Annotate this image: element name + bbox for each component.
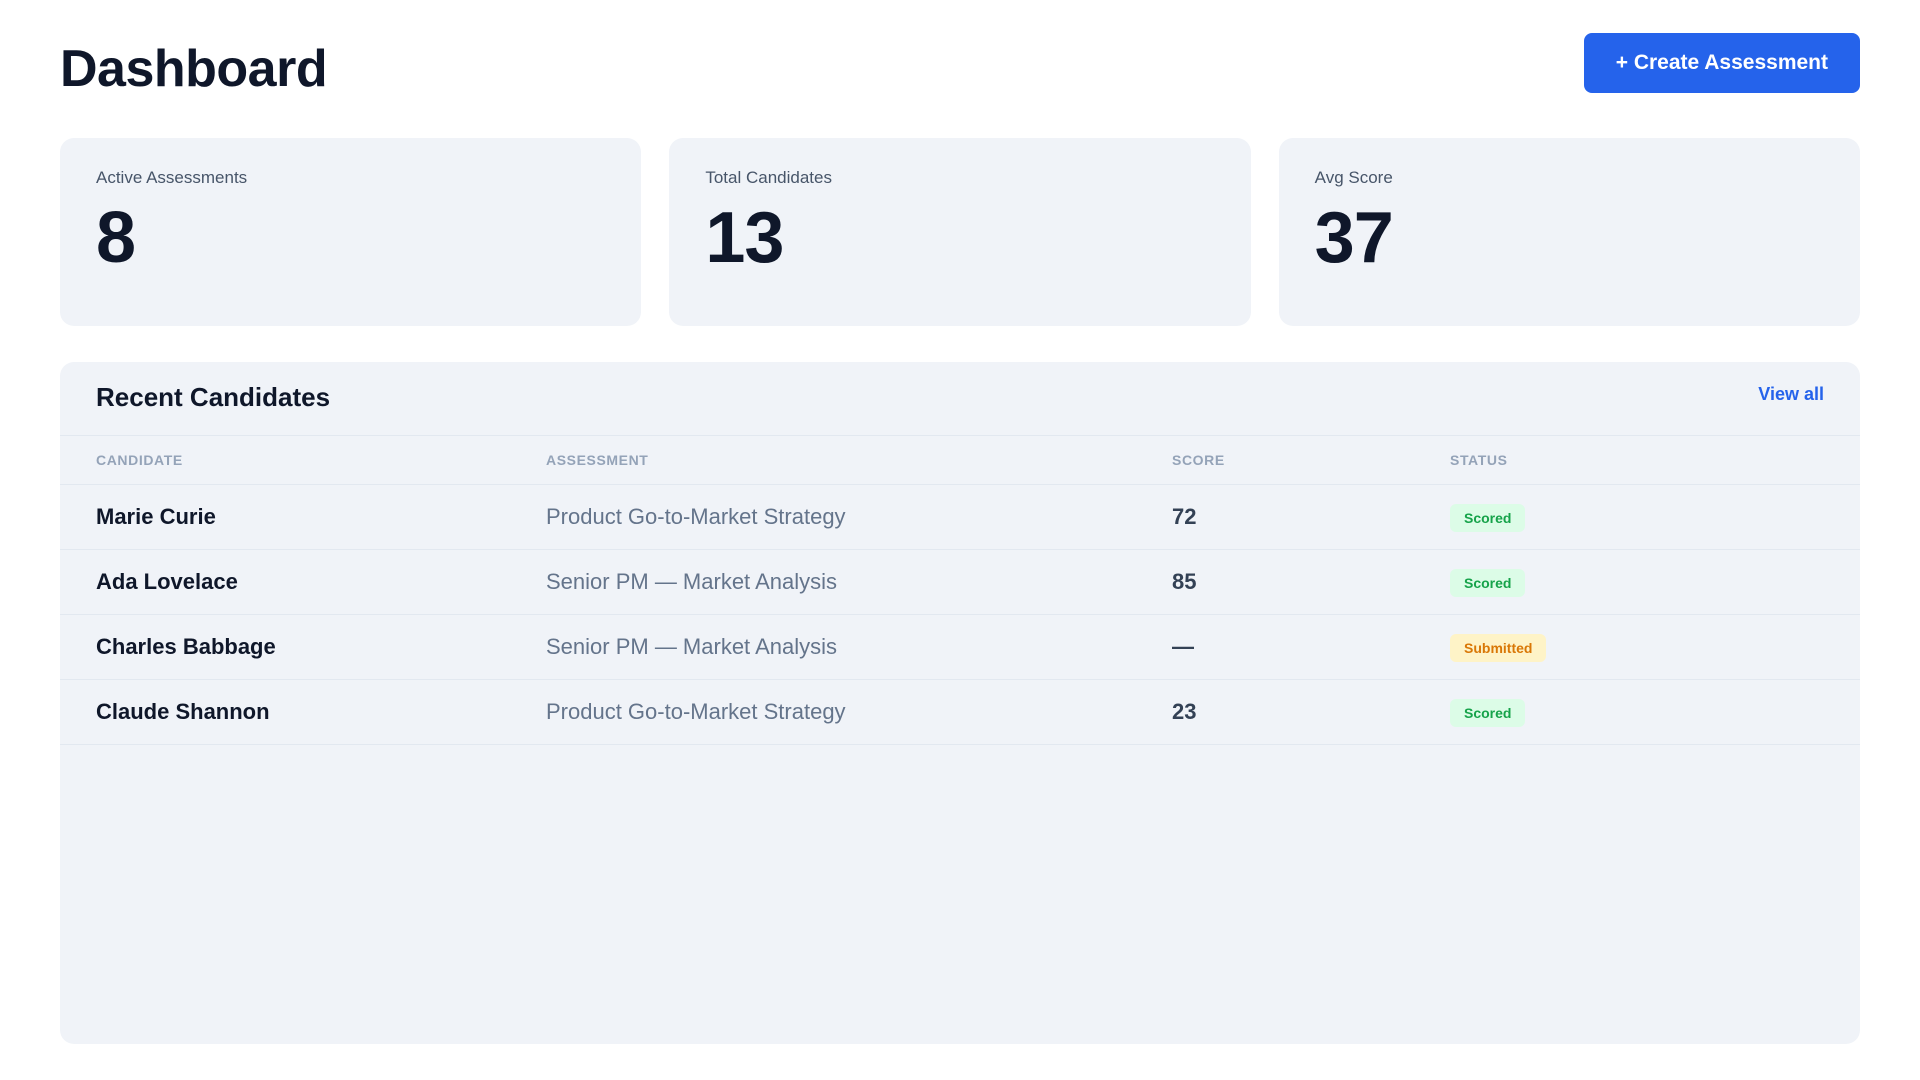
status-cell: Scored	[1450, 679, 1860, 745]
status-badge: Scored	[1450, 698, 1526, 727]
dashboard-page: Dashboard + Create Assessment Active Ass…	[0, 0, 1920, 1080]
status-badge: Scored	[1450, 568, 1526, 597]
stat-value: 8	[96, 198, 136, 278]
table-header-row: CANDIDATE ASSESSMENT SCORE STATUS	[60, 436, 1860, 485]
status-cell: Submitted	[1450, 614, 1860, 680]
table-row[interactable]: Claude Shannon Product Go-to-Market Stra…	[60, 679, 1860, 745]
panel-header: Recent Candidates View all	[60, 362, 1860, 436]
panel-title: Recent Candidates	[96, 382, 331, 412]
stat-label: Total Candidates	[705, 168, 832, 187]
stat-value: 13	[705, 198, 784, 278]
column-header-assessment[interactable]: ASSESSMENT	[546, 436, 1172, 485]
view-all-link[interactable]: View all	[1758, 384, 1824, 405]
page-header: Dashboard + Create Assessment	[60, 0, 1860, 138]
stat-value: 37	[1314, 198, 1394, 278]
status-cell: Scored	[1450, 549, 1860, 615]
score-value: 23	[1172, 679, 1450, 745]
assessment-name: Product Go-to-Market Strategy	[546, 679, 1172, 745]
stats-row: Active Assessments 8 Total Candidates 13…	[60, 138, 1860, 326]
table-row[interactable]: Ada Lovelace Senior PM — Market Analysis…	[60, 549, 1860, 615]
column-header-candidate[interactable]: CANDIDATE	[60, 436, 546, 485]
table-row[interactable]: Marie Curie Product Go-to-Market Strateg…	[60, 484, 1860, 550]
stat-card-active-assessments: Active Assessments 8	[60, 138, 642, 326]
candidate-name: Charles Babbage	[60, 614, 546, 680]
status-cell: Scored	[1450, 484, 1860, 550]
table-row[interactable]: Charles Babbage Senior PM — Market Analy…	[60, 614, 1860, 680]
table-body: Marie Curie Product Go-to-Market Strateg…	[60, 484, 1860, 745]
assessment-name: Senior PM — Market Analysis	[546, 614, 1172, 680]
recent-candidates-panel: Recent Candidates View all CANDIDATE ASS…	[60, 362, 1860, 1044]
column-header-status[interactable]: STATUS	[1450, 436, 1860, 485]
page-title: Dashboard	[60, 40, 328, 98]
table-header: CANDIDATE ASSESSMENT SCORE STATUS	[60, 436, 1860, 485]
score-value: 72	[1172, 484, 1450, 550]
candidate-name: Ada Lovelace	[60, 549, 546, 615]
column-header-score[interactable]: SCORE	[1172, 436, 1450, 485]
candidate-name: Claude Shannon	[60, 679, 546, 745]
status-badge: Submitted	[1450, 633, 1547, 662]
assessment-name: Product Go-to-Market Strategy	[546, 484, 1172, 550]
assessment-name: Senior PM — Market Analysis	[546, 549, 1172, 615]
stat-card-total-candidates: Total Candidates 13	[669, 138, 1251, 326]
score-value: 85	[1172, 549, 1450, 615]
score-value: —	[1172, 614, 1450, 680]
create-assessment-button[interactable]: + Create Assessment	[1583, 33, 1860, 93]
candidates-table: CANDIDATE ASSESSMENT SCORE STATUS Marie …	[60, 436, 1860, 745]
stat-label: Active Assessments	[96, 168, 248, 187]
status-badge: Scored	[1450, 503, 1526, 532]
candidate-name: Marie Curie	[60, 484, 546, 550]
stat-label: Avg Score	[1314, 168, 1393, 187]
stat-card-avg-score: Avg Score 37	[1278, 138, 1860, 326]
